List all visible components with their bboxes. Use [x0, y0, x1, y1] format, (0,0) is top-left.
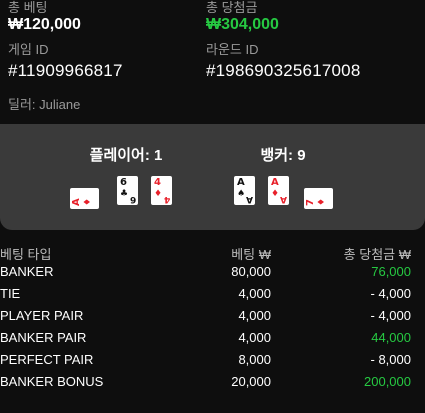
total-bet-label: 총 베팅	[8, 0, 48, 15]
card-rank-inverted: 6	[129, 194, 136, 204]
player-card-2: 4 ♦ 4	[151, 176, 172, 205]
table-row: TIE 4,000 - 4,000	[0, 286, 425, 308]
table-row: PERFECT PAIR 8,000 - 8,000	[0, 352, 425, 374]
diamond-icon: ♦	[271, 189, 280, 199]
row-bet-amount: 8,000	[238, 352, 271, 367]
player-card-1: 6 ♣ 6	[117, 176, 138, 205]
round-id-value: #198690325617008	[206, 61, 361, 80]
total-win-value: ₩304,000	[206, 16, 279, 33]
total-win-field: 총 당첨금 ₩304,000	[206, 0, 279, 35]
game-id-value: #11909966817	[8, 61, 123, 80]
row-win-amount: - 4,000	[370, 308, 411, 323]
row-win-amount: - 4,000	[370, 286, 411, 301]
table-row: BANKER 80,000 76,000	[0, 264, 425, 286]
row-win-amount: - 8,000	[370, 352, 411, 367]
card-rank: A	[271, 177, 279, 188]
header-bet-type: 베팅 타입	[0, 247, 52, 262]
game-id-label: 게임 ID	[8, 42, 49, 57]
player-score-title: 플레이어: 1	[89, 147, 163, 164]
club-icon: ♣	[120, 189, 129, 199]
card-rank: 6	[120, 177, 127, 188]
banker-card-2: A ♦ A	[268, 176, 289, 205]
row-win-amount: 76,000	[371, 264, 411, 279]
total-bet-field: 총 베팅 ₩120,000	[8, 0, 81, 35]
row-bet-type: TIE	[0, 286, 21, 301]
dealer-name: 딜러: Juliane	[8, 97, 81, 112]
diamond-icon: ♦	[154, 189, 163, 199]
game-id-field: 게임 ID #11909966817	[8, 42, 123, 81]
table-header: 베팅 타입 베팅 ₩ 총 당첨금 ₩	[0, 244, 425, 264]
bet-table: 베팅 타입 베팅 ₩ 총 당첨금 ₩ BANKER 80,000 76,000 …	[0, 244, 425, 396]
round-summary: 총 베팅 ₩120,000 총 당첨금 ₩304,000 게임 ID #1190…	[0, 0, 425, 124]
row-bet-type: PERFECT PAIR	[0, 352, 94, 367]
table-row: BANKER PAIR 4,000 44,000	[0, 330, 425, 352]
diamond-icon: ♦	[317, 197, 327, 206]
banker-card-1: A ♠ A	[234, 176, 255, 205]
card-rank: A	[237, 177, 245, 188]
row-bet-type: BANKER PAIR	[0, 330, 87, 345]
table-row: PLAYER PAIR 4,000 - 4,000	[0, 308, 425, 330]
row-bet-type: PLAYER PAIR	[0, 308, 84, 323]
row-bet-amount: 20,000	[231, 374, 271, 389]
header-bet-amount: 베팅 ₩	[231, 247, 271, 262]
row-win-amount: 44,000	[371, 330, 411, 345]
card-board: 플레이어: 1 뱅커: 9 A ♦ 6 ♣ 6 4 ♦ 4 A ♠ A A ♦ …	[0, 124, 425, 230]
diamond-icon: ♦	[83, 197, 93, 206]
card-rank-inverted: A	[280, 194, 287, 204]
row-bet-type: BANKER	[0, 264, 54, 279]
total-win-label: 총 당첨금	[206, 0, 258, 15]
round-id-label: 라운드 ID	[206, 42, 259, 57]
row-bet-amount: 4,000	[238, 330, 271, 345]
row-bet-amount: 4,000	[238, 286, 271, 301]
row-bet-type: BANKER BONUS	[0, 374, 104, 389]
row-bet-amount: 4,000	[238, 308, 271, 323]
banker-score-title: 뱅커: 9	[260, 147, 306, 164]
card-rank: A	[71, 198, 82, 206]
banker-card-3: 7 ♦	[304, 188, 333, 209]
spade-icon: ♠	[237, 189, 246, 199]
header-total-win: 총 당첨금 ₩	[343, 247, 411, 262]
card-rank: 7	[305, 199, 316, 206]
player-card-3: A ♦	[70, 188, 99, 209]
card-rank-inverted: 4	[163, 194, 170, 204]
table-row: BANKER BONUS 20,000 200,000	[0, 374, 425, 396]
row-bet-amount: 80,000	[231, 264, 271, 279]
round-id-field: 라운드 ID #198690325617008	[206, 42, 360, 81]
card-rank-inverted: A	[246, 194, 253, 204]
card-rank: 4	[154, 177, 161, 188]
row-win-amount: 200,000	[364, 374, 411, 389]
total-bet-value: ₩120,000	[8, 16, 81, 33]
